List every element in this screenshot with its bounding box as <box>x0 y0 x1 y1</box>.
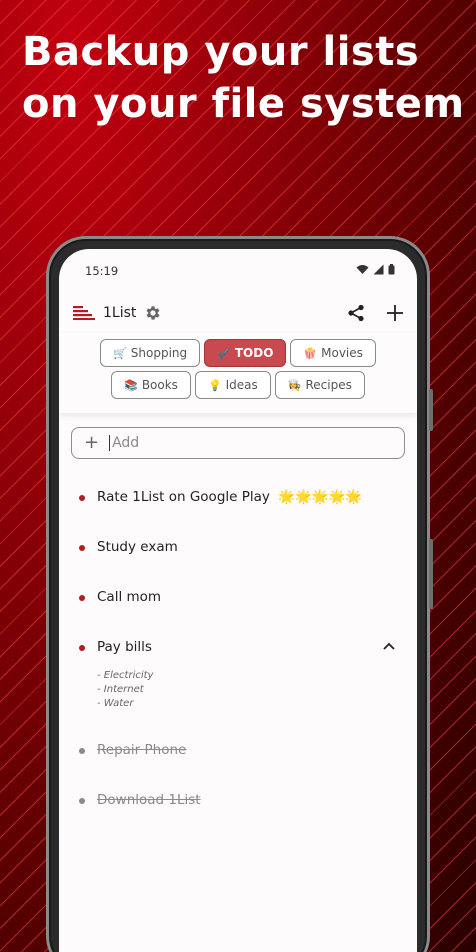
tab-shopping[interactable]: 🛒 Shopping <box>100 339 201 367</box>
books-icon: 📚 <box>124 378 138 392</box>
tab-label: Ideas <box>225 378 258 392</box>
list-tabs: 🛒 Shopping ✔️ TODO 🍿 Movies 📚 Books 💡 Id… <box>59 333 417 413</box>
note-line: - Electricity <box>97 670 154 681</box>
promo-headline-line2: on your file system <box>22 81 465 127</box>
promo-headline-line1: Backup your lists <box>22 29 420 75</box>
status-time: 15:19 <box>85 264 119 278</box>
cook-icon: 👩‍🍳 <box>287 378 302 392</box>
item-text: Pay bills <box>97 639 152 655</box>
note-line: - Water <box>97 698 134 709</box>
bullet-icon <box>79 545 85 551</box>
list-item[interactable]: Call mom <box>59 589 417 608</box>
tab-row-2: 📚 Books 💡 Ideas 👩‍🍳 Recipes <box>59 371 417 399</box>
app-title: 1List <box>103 305 137 321</box>
stars-icon: 🌟🌟🌟🌟🌟 <box>278 489 363 505</box>
tab-recipes[interactable]: 👩‍🍳 Recipes <box>274 371 365 399</box>
bullet-icon <box>79 645 85 651</box>
wifi-icon <box>356 264 369 278</box>
cart-icon: 🛒 <box>113 346 127 360</box>
add-item-field[interactable]: + <box>71 427 405 459</box>
item-text: Rate 1List on Google Play <box>97 489 270 505</box>
tab-label: Recipes <box>305 378 352 392</box>
todo-list: Rate 1List on Google Play 🌟🌟🌟🌟🌟 Study ex… <box>59 489 417 811</box>
tab-movies[interactable]: 🍿 Movies <box>290 339 376 367</box>
gear-icon[interactable] <box>144 304 162 322</box>
item-notes: - Electricity - Internet - Water <box>97 669 417 711</box>
signal-icon <box>373 264 384 278</box>
app-bar: 1List <box>59 293 417 333</box>
list-item[interactable]: Rate 1List on Google Play 🌟🌟🌟🌟🌟 <box>59 489 417 508</box>
note-line: - Internet <box>97 684 144 695</box>
tab-books[interactable]: 📚 Books <box>111 371 191 399</box>
item-text: Repair Phone <box>97 742 187 758</box>
tab-row-1: 🛒 Shopping ✔️ TODO 🍿 Movies <box>59 339 417 367</box>
bullet-icon <box>79 495 85 501</box>
bullet-icon <box>79 595 85 601</box>
battery-icon <box>388 264 395 278</box>
list-menu-icon[interactable] <box>73 306 95 320</box>
tab-label: Books <box>141 378 178 392</box>
list-item-done[interactable]: Download 1List <box>59 792 417 811</box>
volume-button <box>429 389 433 431</box>
app-screen: 15:19 1List 🛒 Shopping ✔️ TODO 🍿 Movies … <box>59 249 417 952</box>
status-icons <box>356 264 395 278</box>
plus-icon: + <box>84 432 100 453</box>
list-item-done[interactable]: Repair Phone <box>59 742 417 761</box>
item-text: Call mom <box>97 589 162 605</box>
tab-label: Shopping <box>130 346 188 360</box>
share-icon[interactable] <box>347 304 365 322</box>
chevron-up-icon[interactable] <box>383 639 395 654</box>
tab-ideas[interactable]: 💡 Ideas <box>194 371 271 399</box>
item-text: Download 1List <box>97 792 201 808</box>
add-item-input[interactable] <box>109 435 350 451</box>
list-item[interactable]: Study exam <box>59 539 417 558</box>
tab-label: TODO <box>234 346 274 360</box>
promo-headline: Backup your lists on your file system <box>22 26 465 130</box>
tab-label: Movies <box>321 346 363 360</box>
phone-frame: 15:19 1List 🛒 Shopping ✔️ TODO 🍿 Movies … <box>46 236 433 952</box>
list-item[interactable]: Pay bills - Electricity - Internet - Wat… <box>59 639 417 711</box>
plus-icon[interactable] <box>387 305 403 321</box>
popcorn-icon: 🍿 <box>303 346 318 360</box>
check-icon: ✔️ <box>217 346 231 360</box>
bullet-icon <box>79 748 85 754</box>
item-text: Study exam <box>97 539 178 555</box>
power-button <box>429 539 433 609</box>
bullet-icon <box>79 798 85 804</box>
tab-todo[interactable]: ✔️ TODO <box>204 339 287 367</box>
status-bar: 15:19 <box>59 249 417 293</box>
lightbulb-icon: 💡 <box>207 378 222 392</box>
